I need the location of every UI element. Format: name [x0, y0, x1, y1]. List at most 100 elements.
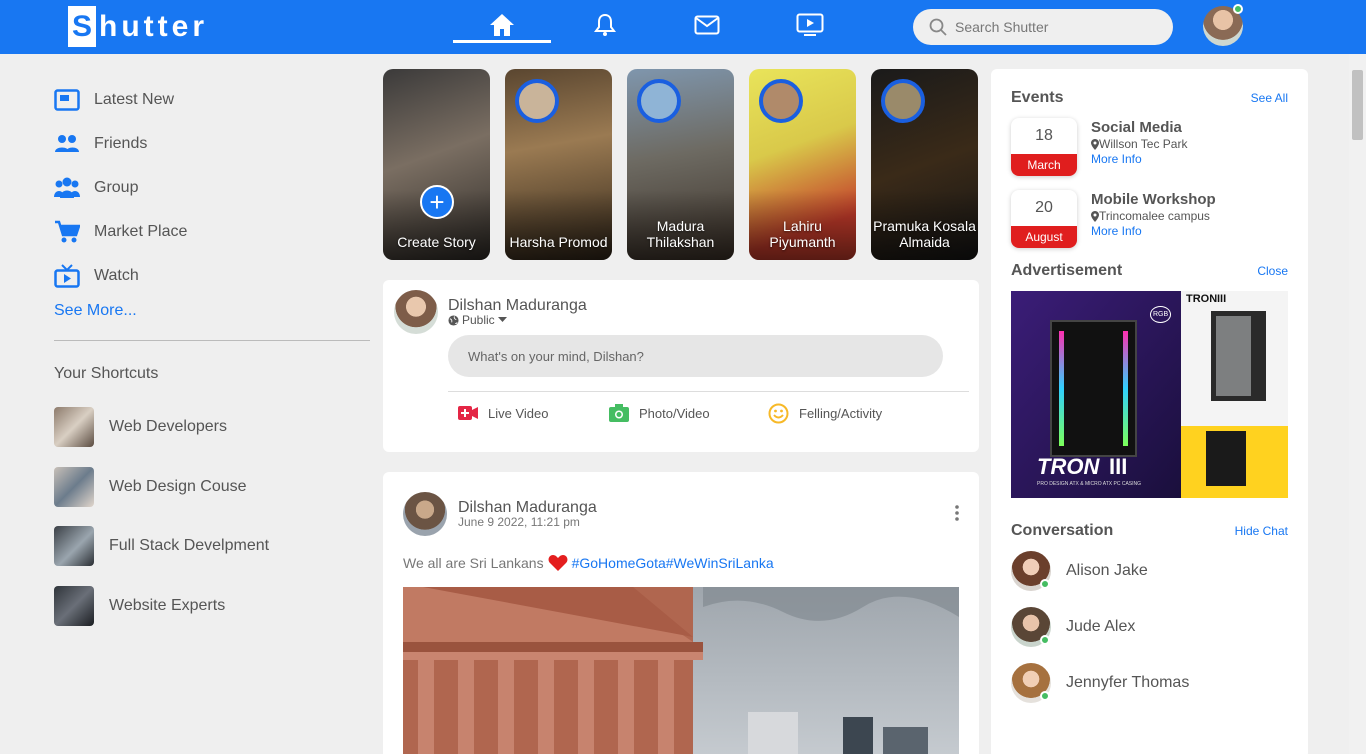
avatar[interactable]	[403, 492, 447, 536]
search-input[interactable]	[955, 19, 1155, 35]
search-icon	[929, 18, 947, 36]
more-info-link[interactable]: More Info	[1091, 152, 1187, 166]
story-name: Harsha Promod	[509, 234, 608, 250]
story-avatar	[515, 79, 559, 123]
sidebar-item-label: Latest New	[94, 91, 175, 108]
conversation-name: Jennyfer Thomas	[1066, 674, 1190, 691]
sidebar-item-latest-new[interactable]: Latest New	[54, 80, 370, 120]
camera-icon	[609, 404, 629, 422]
story-pramuka-kosala-almaida[interactable]: Pramuka Kosala Almaida	[871, 69, 978, 260]
conversation-name: Jude Alex	[1066, 618, 1136, 635]
news-icon	[54, 87, 80, 113]
action-label: Photo/Video	[639, 405, 710, 421]
stories-row: + Create Story Harsha Promod Madura Thil…	[383, 69, 979, 260]
hide-chat-link[interactable]: Hide Chat	[1235, 524, 1288, 538]
sidebar-item-label: Market Place	[94, 223, 188, 240]
advertisement-title: Advertisement	[1011, 262, 1123, 279]
sidebar-item-market-place[interactable]: Market Place	[54, 212, 370, 252]
shortcuts-title: Your Shortcuts	[54, 365, 159, 382]
location-pin-icon	[1091, 138, 1099, 150]
conversation-name: Alison Jake	[1066, 562, 1148, 579]
shortcut-label: Web Design Couse	[109, 477, 247, 495]
see-more-link[interactable]: See More...	[54, 302, 370, 320]
live-video-button[interactable]: Live Video	[458, 402, 548, 424]
whats-on-your-mind-input[interactable]	[448, 335, 943, 377]
online-status-dot	[1040, 635, 1050, 645]
plus-icon[interactable]: +	[420, 185, 454, 219]
story-lahiru-piyumanth[interactable]: Lahiru Piyumanth	[749, 69, 856, 260]
live-video-icon	[458, 406, 478, 420]
avatar[interactable]	[394, 290, 438, 334]
story-harsha-promod[interactable]: Harsha Promod	[505, 69, 612, 260]
post-hashtags[interactable]: #GoHomeGota#WeWinSriLanka	[572, 555, 774, 571]
logo[interactable]: S hutter	[68, 6, 208, 47]
shortcut-label: Full Stack Develpment	[109, 537, 270, 554]
action-label: Felling/Activity	[799, 405, 883, 421]
ad-brand-logo-small: TRON	[1186, 293, 1218, 305]
tv-icon	[54, 263, 80, 289]
video-icon[interactable]	[795, 10, 825, 40]
smile-icon	[768, 403, 789, 424]
post-timestamp: June 9 2022, 11:21 pm	[458, 515, 580, 529]
photo-video-button[interactable]: Photo/Video	[609, 402, 710, 424]
privacy-selector[interactable]: Public	[448, 313, 507, 327]
logo-mark: S	[68, 6, 96, 47]
event-title: Mobile Workshop	[1091, 191, 1216, 208]
caret-down-icon	[497, 317, 507, 322]
event-day: 18	[1035, 127, 1053, 144]
ad-brand-logo-small-bars: III	[1217, 293, 1227, 305]
ad-brand-logo: TRON	[1037, 454, 1100, 479]
story-avatar	[759, 79, 803, 123]
shortcut-thumbnail	[54, 466, 94, 507]
shortcut-web-design-couse[interactable]: Web Design Couse	[54, 466, 370, 507]
event-location-text: Trincomalee campus	[1099, 209, 1210, 223]
event-info: Social Media Willson Tec Park More Info	[1091, 119, 1187, 166]
post-message: We all are Sri Lankans	[403, 555, 544, 571]
online-status-dot	[1040, 579, 1050, 589]
mail-icon[interactable]	[692, 10, 722, 40]
sidebar-divider	[54, 340, 370, 341]
more-info-link[interactable]: More Info	[1091, 224, 1216, 238]
sidebar-item-watch[interactable]: Watch	[54, 256, 370, 296]
top-navbar: S hutter	[0, 0, 1366, 54]
left-sidebar: Latest New Friends Group Market Place Wa…	[54, 80, 370, 645]
post-composer: Dilshan Maduranga Public Live Video Phot…	[383, 280, 979, 452]
shortcut-website-experts[interactable]: Website Experts	[54, 585, 370, 626]
close-ad-link[interactable]: Close	[1257, 264, 1288, 278]
felling-activity-button[interactable]: Felling/Activity	[768, 402, 882, 424]
event-date-card: 18 March	[1011, 118, 1077, 176]
search-box[interactable]	[913, 9, 1173, 45]
story-name: Pramuka Kosala Almaida	[873, 218, 976, 250]
advertisement-image[interactable]: TRON III TRON III RGB PRO DESIGN ATX & M…	[1011, 291, 1288, 498]
more-options-icon[interactable]	[951, 504, 963, 522]
avatar	[1011, 663, 1051, 703]
ad-badge: RGB	[1150, 306, 1172, 323]
shortcut-web-developers[interactable]: Web Developers	[54, 407, 370, 447]
page-scrollbar-track[interactable]	[1349, 54, 1366, 754]
see-all-link[interactable]: See All	[1251, 91, 1288, 105]
post-text: We all are Sri Lankans #GoHomeGota#WeWin…	[403, 554, 774, 572]
cart-icon	[54, 219, 80, 245]
right-panel: Events See All 18 March Social Media Wil…	[991, 69, 1308, 754]
shortcut-full-stack-develpment[interactable]: Full Stack Develpment	[54, 526, 370, 566]
home-icon[interactable]	[487, 10, 517, 40]
conversation-item-jennyfer-thomas[interactable]: Jennyfer Thomas	[1011, 663, 1189, 703]
page-scrollbar-thumb[interactable]	[1352, 70, 1363, 140]
sidebar-item-group[interactable]: Group	[54, 168, 370, 208]
privacy-label: Public	[462, 313, 495, 327]
sidebar-item-label: Group	[94, 179, 139, 196]
sidebar-item-friends[interactable]: Friends	[54, 124, 370, 164]
feed-post: Dilshan Maduranga June 9 2022, 11:21 pm …	[383, 472, 979, 754]
conversation-title: Conversation	[1011, 522, 1114, 539]
post-image[interactable]	[403, 587, 959, 754]
conversation-item-alison-jake[interactable]: Alison Jake	[1011, 551, 1148, 591]
nav-active-indicator	[453, 40, 551, 43]
composer-divider	[448, 391, 969, 392]
story-create[interactable]: + Create Story	[383, 69, 490, 260]
bell-icon[interactable]	[590, 10, 620, 40]
story-madura-thilakshan[interactable]: Madura Thilakshan	[627, 69, 734, 260]
story-avatar	[881, 79, 925, 123]
event-location: Trincomalee campus	[1091, 209, 1216, 223]
conversation-item-jude-alex[interactable]: Jude Alex	[1011, 607, 1135, 647]
location-pin-icon	[1091, 210, 1099, 222]
